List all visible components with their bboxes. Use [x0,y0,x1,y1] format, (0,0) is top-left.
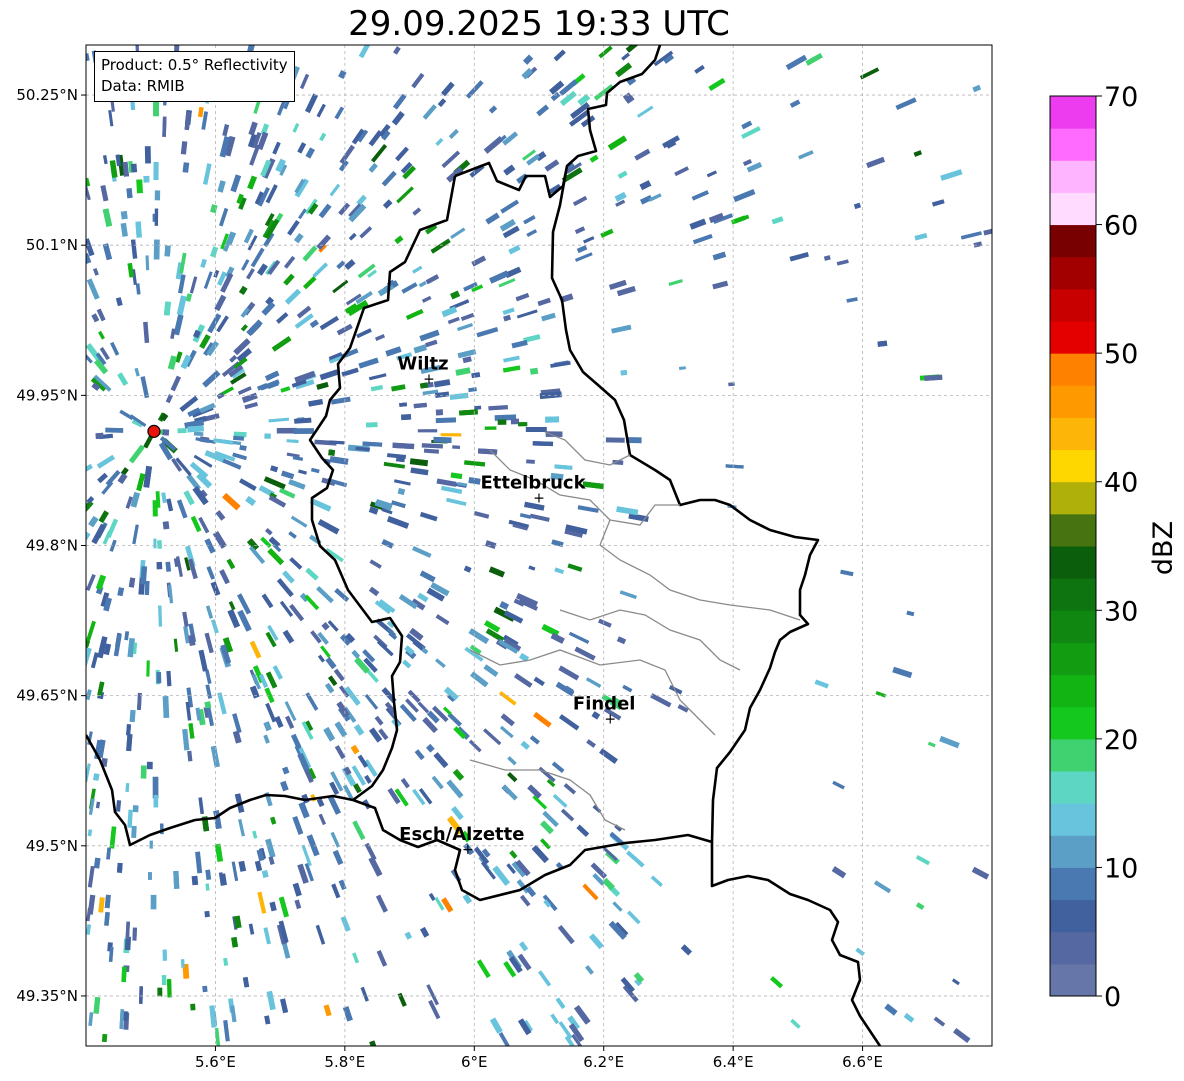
colorbar-segment [1050,192,1096,226]
colorbar-segment [1050,288,1096,322]
colorbar-segment [1050,931,1096,965]
colorbar-tick-label: 50 [1104,339,1138,370]
colorbar-tick-label: 40 [1104,468,1138,499]
colorbar-segment [1050,385,1096,418]
colorbar-segment [1050,96,1096,129]
colorbar-segment [1050,481,1096,515]
colorbar-tick-label: 20 [1104,725,1138,756]
colorbar: 0 10 20 30 40 50 60 70 dBZ [1049,82,1179,1013]
colorbar-segment [1050,513,1096,547]
colorbar-segment [1050,867,1096,901]
colorbar-segment [1050,449,1096,483]
colorbar-segment [1050,738,1096,772]
colorbar-tick-label: 10 [1104,853,1138,884]
colorbar-tick-label: 30 [1104,596,1138,627]
colorbar-segment [1050,578,1096,611]
colorbar-segment [1050,546,1096,579]
colorbar-segment [1050,835,1096,868]
colorbar-segment [1050,706,1096,740]
colorbar-tick-label: 60 [1104,211,1138,242]
colorbar-ticks: 0 10 20 30 40 50 60 70 [1096,82,1138,1013]
colorbar-tick-label: 70 [1104,82,1138,113]
colorbar-label: dBZ [1148,521,1179,575]
colorbar-segment [1050,963,1096,997]
colorbar-segment [1050,610,1096,643]
colorbar-segment [1050,899,1096,933]
colorbar-segment [1050,353,1096,386]
colorbar-segment [1050,417,1096,451]
colorbar-segment [1050,803,1096,836]
colorbar-segment [1050,321,1096,354]
colorbar-segment [1050,642,1096,676]
colorbar-segment [1050,771,1096,804]
colorbar-segment [1050,128,1096,161]
colorbar-segment [1050,674,1096,708]
colorbar-segment [1050,160,1096,193]
colorbar-segment [1050,256,1096,290]
colorbar-tick-label: 0 [1104,982,1121,1013]
colorbar-segment [1050,224,1096,258]
colorbar-segments [1050,96,1096,997]
